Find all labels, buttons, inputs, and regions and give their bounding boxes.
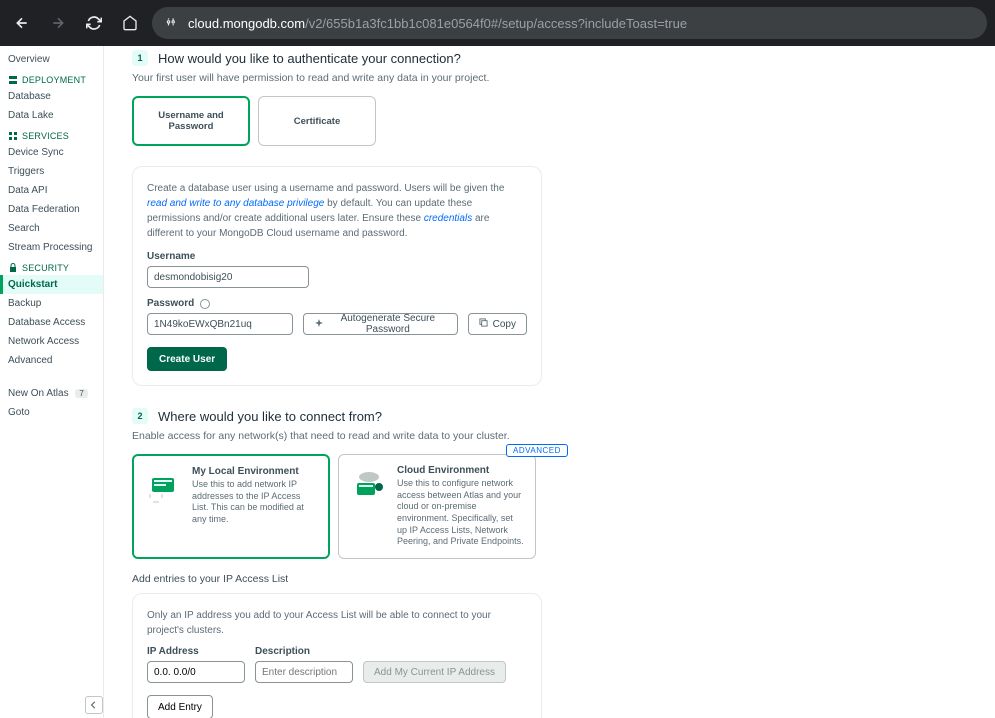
privilege-link[interactable]: read and write to any database privilege [147, 198, 324, 209]
add-current-ip-button[interactable]: Add My Current IP Address [363, 661, 506, 683]
toggle-password-visibility-icon[interactable] [200, 299, 210, 309]
new-on-atlas-badge: 7 [75, 389, 87, 398]
env-card-cloud[interactable]: Cloud Environment Use this to configure … [338, 454, 536, 559]
env-local-title: My Local Environment [192, 466, 318, 477]
site-settings-icon [164, 15, 180, 31]
sidebar: Overview DEPLOYMENT Database Data Lake S… [0, 46, 104, 718]
username-label: Username [147, 251, 527, 262]
browser-url-bar[interactable]: cloud.mongodb.com/v2/655b1a3fc1bb1c081e0… [152, 7, 987, 39]
sidebar-collapse-button[interactable] [85, 696, 103, 714]
env-cloud-desc: Use this to configure network access bet… [397, 478, 525, 548]
ip-address-input[interactable] [147, 661, 245, 683]
sidebar-item-advanced[interactable]: Advanced [0, 351, 103, 370]
ip-access-panel: Only an IP address you add to your Acces… [132, 593, 542, 718]
browser-forward-button[interactable] [44, 9, 72, 37]
auth-method-certificate[interactable]: Certificate [258, 96, 376, 146]
sidebar-item-network-access[interactable]: Network Access [0, 332, 103, 351]
autogenerate-password-button[interactable]: Autogenerate Secure Password [303, 313, 458, 335]
browser-home-button[interactable] [116, 9, 144, 37]
main-content: 1 How would you like to authenticate you… [104, 46, 995, 718]
copy-icon [479, 318, 488, 330]
chevron-left-icon [90, 701, 98, 709]
sidebar-item-new-on-atlas[interactable]: New On Atlas 7 [0, 384, 103, 403]
description-input[interactable] [255, 661, 353, 683]
ip-address-label: IP Address [147, 646, 245, 657]
step-1-badge: 1 [132, 50, 148, 66]
advanced-badge: ADVANCED [506, 444, 568, 457]
credentials-link[interactable]: credentials [424, 213, 472, 224]
copy-password-button[interactable]: Copy [468, 313, 527, 335]
sidebar-item-database[interactable]: Database [0, 87, 103, 106]
services-icon [8, 131, 18, 141]
step-2-title: Where would you like to connect from? [158, 409, 382, 424]
sidebar-item-search[interactable]: Search [0, 219, 103, 238]
sidebar-section-deployment: DEPLOYMENT [0, 69, 103, 87]
security-icon [8, 263, 18, 273]
browser-back-button[interactable] [8, 9, 36, 37]
password-input[interactable] [147, 313, 293, 335]
deployment-icon [8, 75, 18, 85]
sidebar-item-backup[interactable]: Backup [0, 294, 103, 313]
description-label: Description [255, 646, 353, 657]
username-input[interactable] [147, 266, 309, 288]
auth-method-username-password[interactable]: Username and Password [132, 96, 250, 146]
sidebar-item-triggers[interactable]: Triggers [0, 162, 103, 181]
step-2-desc: Enable access for any network(s) that ne… [132, 430, 967, 442]
sidebar-item-data-api[interactable]: Data API [0, 181, 103, 200]
create-user-help-text: Create a database user using a username … [147, 181, 527, 241]
sidebar-item-data-federation[interactable]: Data Federation [0, 200, 103, 219]
password-label: Password [147, 298, 527, 309]
sidebar-item-overview[interactable]: Overview [0, 50, 103, 69]
ip-access-note: Only an IP address you add to your Acces… [147, 608, 527, 638]
cloud-env-icon [349, 465, 389, 505]
sidebar-item-quickstart[interactable]: Quickstart [0, 275, 103, 294]
browser-reload-button[interactable] [80, 9, 108, 37]
ip-access-heading: Add entries to your IP Access List [132, 573, 967, 585]
env-local-desc: Use this to add network IP addresses to … [192, 479, 318, 526]
sidebar-section-security: SECURITY [0, 257, 103, 275]
step-1-desc: Your first user will have permission to … [132, 72, 967, 84]
env-cloud-title: Cloud Environment [397, 465, 525, 476]
sidebar-item-database-access[interactable]: Database Access [0, 313, 103, 332]
create-user-button[interactable]: Create User [147, 347, 227, 371]
step-2-badge: 2 [132, 408, 148, 424]
sidebar-item-device-sync[interactable]: Device Sync [0, 143, 103, 162]
sidebar-item-data-lake[interactable]: Data Lake [0, 106, 103, 125]
sparkle-icon [314, 319, 324, 329]
sidebar-item-goto[interactable]: Goto [0, 403, 103, 422]
env-card-local[interactable]: My Local Environment Use this to add net… [132, 454, 330, 559]
add-entry-button[interactable]: Add Entry [147, 695, 213, 718]
step-1-title: How would you like to authenticate your … [158, 51, 461, 66]
local-env-icon [144, 466, 184, 506]
sidebar-section-services: SERVICES [0, 125, 103, 143]
create-user-panel: Create a database user using a username … [132, 166, 542, 386]
sidebar-item-stream-processing[interactable]: Stream Processing [0, 238, 103, 257]
url-text: cloud.mongodb.com/v2/655b1a3fc1bb1c081e0… [188, 16, 975, 31]
